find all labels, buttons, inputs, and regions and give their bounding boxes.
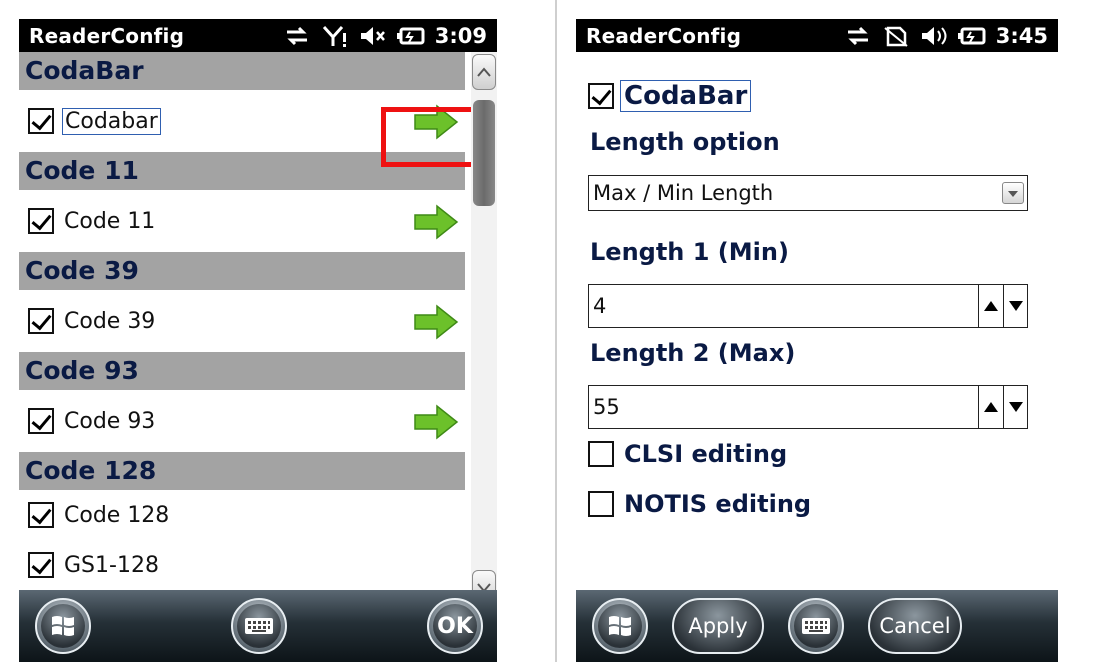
bottom-toolbar: OK — [19, 590, 497, 662]
length-option-select[interactable]: Max / Min Length — [588, 175, 1028, 211]
length2-label: Length 2 (Max) — [590, 339, 796, 367]
sync-arrows-icon — [286, 26, 307, 45]
group-header-code39: Code 39 — [19, 252, 465, 290]
right-screenshot-panel: ReaderConfig 3:45 CodaBar Length option … — [556, 0, 1112, 662]
no-sim-icon — [884, 26, 908, 47]
dropdown-caret-icon[interactable] — [1002, 182, 1024, 204]
length2-decrement-button[interactable] — [1003, 386, 1027, 428]
length2-value: 55 — [593, 395, 620, 419]
item-label: Code 93 — [64, 408, 156, 434]
item-label: Code 39 — [64, 308, 156, 334]
checkbox-code128[interactable] — [28, 502, 54, 528]
item-label: Code 128 — [64, 502, 170, 528]
chevron-up-icon — [477, 67, 491, 77]
checkbox-code11[interactable] — [28, 208, 54, 234]
app-title: ReaderConfig — [586, 23, 742, 48]
bottom-toolbar: Apply Cancel — [576, 590, 1058, 662]
keyboard-button[interactable] — [231, 598, 287, 654]
cancel-button[interactable]: Cancel — [868, 598, 962, 654]
keyboard-icon — [245, 618, 273, 634]
arrow-right-icon[interactable] — [413, 404, 459, 440]
length-option-value: Max / Min Length — [593, 181, 774, 205]
group-header-code93: Code 93 — [19, 352, 465, 390]
clock: 3:45 — [995, 23, 1048, 48]
scroll-thumb[interactable] — [473, 100, 495, 206]
group-header-code128: Code 128 — [19, 452, 465, 490]
checkbox-gs1-128[interactable] — [28, 552, 54, 578]
checkbox-codabar[interactable] — [28, 108, 54, 134]
list-item-code93[interactable]: Code 93 — [19, 390, 465, 452]
keyboard-button[interactable] — [788, 598, 844, 654]
keyboard-icon — [802, 618, 830, 634]
clsi-editing-row[interactable]: CLSI editing — [588, 440, 787, 468]
clock: 3:09 — [434, 23, 487, 48]
volume-muted-icon — [360, 26, 385, 45]
triangle-up-icon — [984, 301, 998, 311]
group-header-codabar: CodaBar — [19, 52, 465, 90]
battery-charging-icon — [957, 27, 986, 44]
list-item-code11[interactable]: Code 11 — [19, 190, 465, 252]
signal-icon — [322, 25, 346, 47]
start-button[interactable] — [35, 598, 91, 654]
length-option-label: Length option — [590, 128, 780, 156]
ok-button[interactable]: OK — [427, 598, 483, 654]
length2-stepper[interactable]: 55 — [588, 385, 1028, 429]
left-screenshot-panel: ReaderConfig 3:09 CodaBar Codabar Code 1… — [0, 0, 556, 662]
windows-flag-icon — [52, 616, 74, 636]
triangle-down-icon — [1008, 402, 1023, 412]
list-item-code128[interactable]: Code 128 — [19, 490, 465, 540]
length1-label: Length 1 (Min) — [590, 238, 789, 266]
notis-editing-checkbox[interactable] — [588, 491, 614, 517]
apply-button[interactable]: Apply — [672, 598, 764, 654]
windows-flag-icon — [609, 616, 631, 636]
vertical-scrollbar[interactable] — [471, 52, 497, 608]
triangle-down-icon — [1008, 301, 1023, 311]
device-screen-left: ReaderConfig 3:09 CodaBar Codabar Code 1… — [19, 19, 497, 662]
status-bar: ReaderConfig 3:45 — [576, 19, 1058, 52]
clsi-editing-checkbox[interactable] — [588, 441, 614, 467]
notis-editing-label: NOTIS editing — [624, 490, 812, 518]
arrow-right-icon[interactable] — [413, 304, 459, 340]
checkbox-code39[interactable] — [28, 308, 54, 334]
battery-charging-icon — [396, 27, 425, 44]
scroll-up-button[interactable] — [472, 54, 496, 90]
checkbox-code93[interactable] — [28, 408, 54, 434]
length1-stepper[interactable]: 4 — [588, 284, 1028, 328]
device-screen-right: ReaderConfig 3:45 CodaBar Length option … — [576, 19, 1058, 662]
codabar-settings-form: CodaBar Length option Max / Min Length L… — [576, 52, 1058, 590]
ok-label: OK — [437, 613, 473, 639]
apply-label: Apply — [688, 614, 748, 638]
length1-value: 4 — [593, 294, 607, 318]
length1-decrement-button[interactable] — [1003, 285, 1027, 327]
list-item-gs1-128[interactable]: GS1-128 — [19, 540, 465, 590]
length1-increment-button[interactable] — [979, 285, 1003, 327]
sync-arrows-icon — [847, 26, 868, 45]
enable-codabar-row[interactable]: CodaBar — [588, 80, 752, 112]
start-button[interactable] — [592, 598, 648, 654]
arrow-right-icon[interactable] — [413, 204, 459, 240]
enable-codabar-checkbox[interactable] — [588, 83, 614, 109]
status-bar: ReaderConfig 3:09 — [19, 19, 497, 52]
volume-icon — [921, 26, 947, 45]
notis-editing-row[interactable]: NOTIS editing — [588, 490, 811, 518]
list-item-code39[interactable]: Code 39 — [19, 290, 465, 352]
item-label: GS1-128 — [64, 552, 159, 578]
clsi-editing-label: CLSI editing — [624, 440, 788, 468]
enable-codabar-label: CodaBar — [620, 80, 752, 112]
item-label: Code 11 — [64, 208, 156, 234]
cancel-label: Cancel — [879, 614, 951, 638]
length2-increment-button[interactable] — [979, 386, 1003, 428]
app-title: ReaderConfig — [29, 23, 185, 48]
triangle-up-icon — [984, 402, 998, 412]
item-label: Codabar — [62, 107, 161, 135]
